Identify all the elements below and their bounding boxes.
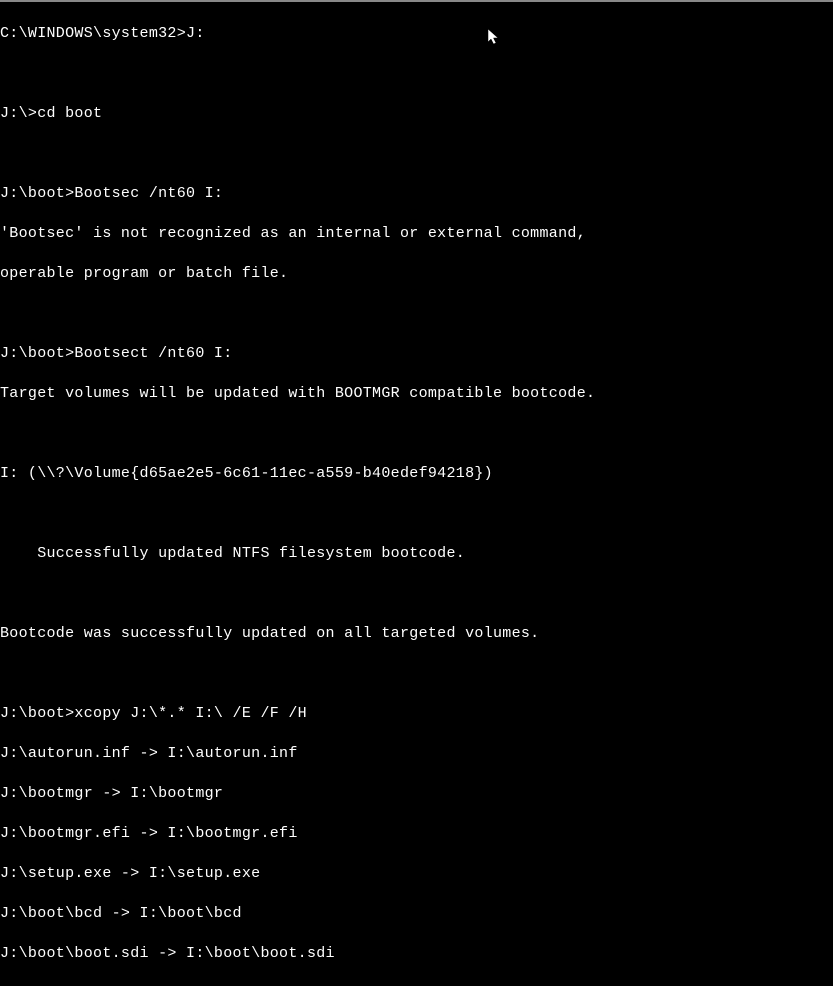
terminal-line: Bootcode was successfully updated on all… [0, 624, 833, 644]
terminal-line: 'Bootsec' is not recognized as an intern… [0, 224, 833, 244]
terminal-line: J:\boot\bcd -> I:\boot\bcd [0, 904, 833, 924]
terminal-line: J:\boot>xcopy J:\*.* I:\ /E /F /H [0, 704, 833, 724]
terminal-line: Successfully updated NTFS filesystem boo… [0, 544, 833, 564]
terminal-line: J:\bootmgr -> I:\bootmgr [0, 784, 833, 804]
terminal-line [0, 504, 833, 524]
terminal-line: J:\autorun.inf -> I:\autorun.inf [0, 744, 833, 764]
terminal-line [0, 64, 833, 84]
terminal-line: C:\WINDOWS\system32>J: [0, 24, 833, 44]
terminal-line: I: (\\?\Volume{d65ae2e5-6c61-11ec-a559-b… [0, 464, 833, 484]
terminal-line: J:\setup.exe -> I:\setup.exe [0, 864, 833, 884]
terminal-line [0, 664, 833, 684]
terminal-line [0, 144, 833, 164]
terminal-line: Target volumes will be updated with BOOT… [0, 384, 833, 404]
terminal-line: J:\boot>Bootsec /nt60 I: [0, 184, 833, 204]
terminal-line [0, 304, 833, 324]
terminal-line [0, 584, 833, 604]
terminal-line: J:\>cd boot [0, 104, 833, 124]
terminal-line: J:\boot>Bootsect /nt60 I: [0, 344, 833, 364]
terminal-output[interactable]: C:\WINDOWS\system32>J: J:\>cd boot J:\bo… [0, 2, 833, 986]
terminal-line: J:\boot\boot.sdi -> I:\boot\boot.sdi [0, 944, 833, 964]
terminal-line: J:\bootmgr.efi -> I:\bootmgr.efi [0, 824, 833, 844]
terminal-line [0, 424, 833, 444]
terminal-line: operable program or batch file. [0, 264, 833, 284]
